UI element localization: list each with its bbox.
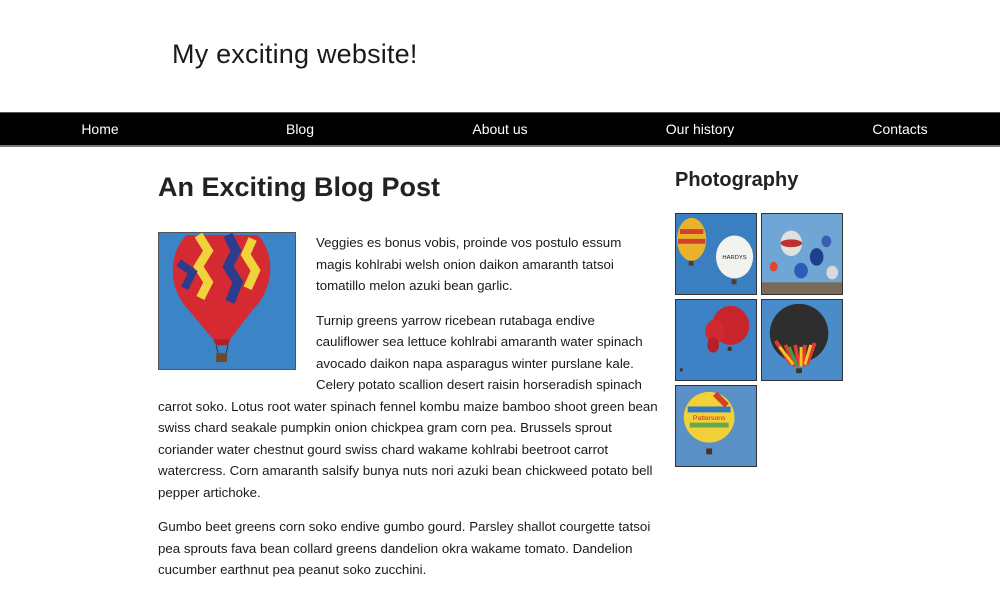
nav-link-home[interactable]: Home [81,121,118,137]
gallery-thumb-5[interactable]: Pattersons [675,385,757,467]
nav-link-history[interactable]: Our history [666,121,734,137]
balloon-photo [158,232,296,370]
nav-item-home: Home [0,113,200,145]
balloon-festival-image [762,214,842,294]
post-paragraph-3: Gumbo beet greens corn soko endive gumbo… [158,519,651,577]
site-header: My exciting website! [0,0,1000,112]
nav-item-about: About us [400,113,600,145]
hardys-label: HARDYS [722,255,746,261]
site-title: My exciting website! [172,39,418,69]
gallery-thumb-4[interactable] [761,299,843,381]
main-content: An Exciting Blog Post Veggies es bonus v… [158,168,658,594]
post-title: An Exciting Blog Post [158,172,441,202]
post-body: Veggies es bonus vobis, proinde vos post… [158,206,658,581]
photography-title: Photography [675,169,799,191]
photo-gallery: HARDYS Pattersons [675,213,855,467]
nav-item-blog: Blog [200,113,400,145]
striped-balloon-image [762,300,842,380]
nav-link-blog[interactable]: Blog [286,121,314,137]
nav-item-contacts: Contacts [800,113,1000,145]
nav-link-about[interactable]: About us [472,121,527,137]
nav-item-history: Our history [600,113,800,145]
balloons-hardys-image: HARDYS [676,214,756,294]
main-nav: Home Blog About us Our history Contacts [0,112,1000,147]
gallery-thumb-2[interactable] [761,213,843,295]
balloon-image [159,233,295,369]
gallery-thumb-1[interactable]: HARDYS [675,213,757,295]
photography-sidebar: Photography HARDYS Pattersons [675,166,855,467]
red-balloons-image [676,300,756,380]
gallery-thumb-3[interactable] [675,299,757,381]
pattersons-balloon-image: Pattersons [676,386,756,466]
nav-link-contacts[interactable]: Contacts [872,121,927,137]
pattersons-label: Pattersons [693,415,726,422]
